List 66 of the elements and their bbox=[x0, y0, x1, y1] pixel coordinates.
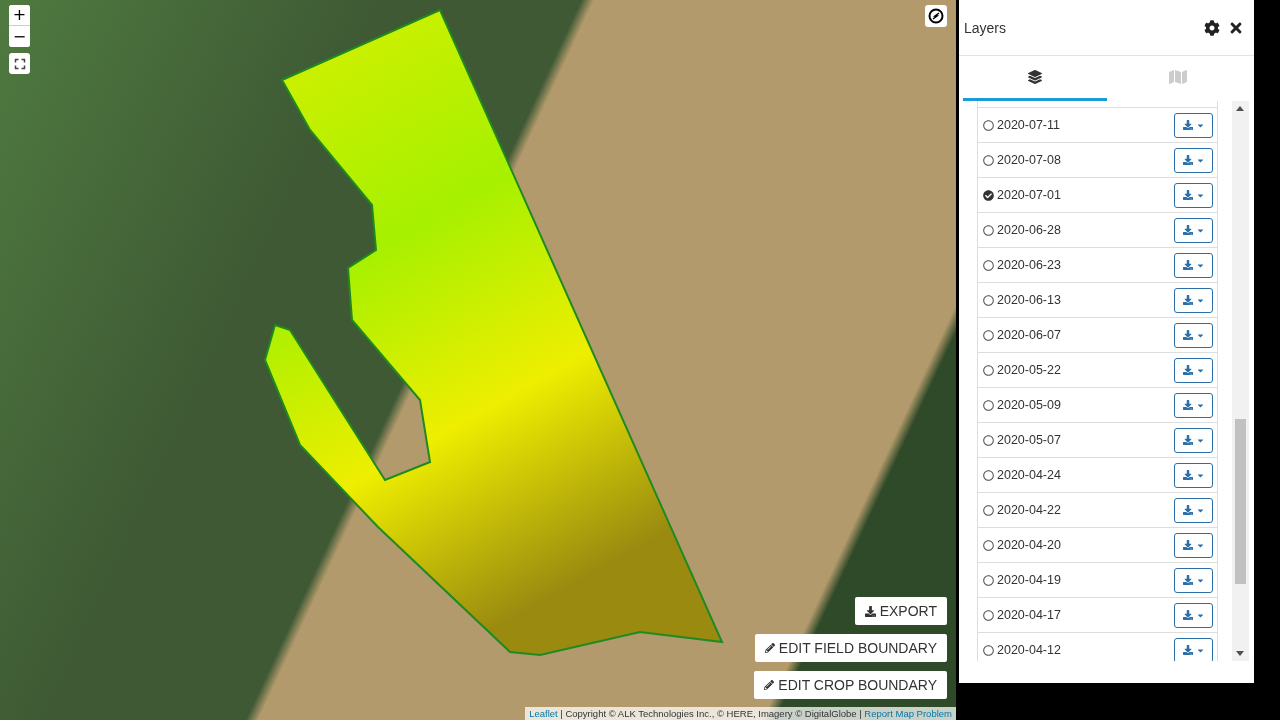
download-dropdown-button[interactable] bbox=[1174, 322, 1213, 348]
download-icon bbox=[1182, 400, 1193, 410]
date-radio-option[interactable]: 2020-06-13 bbox=[983, 293, 1174, 307]
pencil-icon bbox=[764, 680, 775, 690]
download-icon bbox=[1182, 540, 1193, 550]
leaflet-link[interactable]: Leaflet bbox=[529, 708, 558, 719]
edit-boundary-button[interactable]: EDIT CROP BOUNDARY bbox=[754, 671, 947, 699]
download-dropdown-button[interactable] bbox=[1174, 252, 1213, 278]
date-radio-option[interactable]: 2020-07-08 bbox=[983, 153, 1174, 167]
download-icon bbox=[1182, 575, 1193, 585]
date-radio-option[interactable]: 2020-05-09 bbox=[983, 398, 1174, 412]
download-icon bbox=[1182, 155, 1193, 165]
compass-button[interactable] bbox=[925, 5, 947, 27]
download-icon bbox=[1182, 610, 1193, 620]
download-icon bbox=[1182, 260, 1193, 270]
download-dropdown-button[interactable] bbox=[1174, 602, 1213, 628]
download-icon bbox=[1182, 225, 1193, 235]
date-radio-option[interactable]: 2020-05-22 bbox=[983, 363, 1174, 377]
date-radio-option[interactable]: 2020-04-20 bbox=[983, 538, 1174, 552]
download-dropdown-button[interactable] bbox=[1174, 532, 1213, 558]
download-icon bbox=[1182, 435, 1193, 445]
download-dropdown-button[interactable] bbox=[1174, 182, 1213, 208]
fullscreen-icon bbox=[13, 57, 26, 70]
download-dropdown-button[interactable] bbox=[1174, 462, 1213, 488]
download-dropdown-button[interactable] bbox=[1174, 637, 1213, 661]
download-dropdown-button[interactable] bbox=[1174, 217, 1213, 243]
layers-icon bbox=[1027, 70, 1042, 84]
settings-icon bbox=[1204, 19, 1220, 36]
export-button[interactable]: EXPORT bbox=[854, 597, 947, 625]
download-dropdown-button[interactable] bbox=[1174, 147, 1213, 173]
download-icon bbox=[1182, 645, 1193, 655]
download-dropdown-button[interactable] bbox=[1174, 287, 1213, 313]
download-icon bbox=[864, 605, 876, 617]
download-icon bbox=[1182, 470, 1193, 480]
download-dropdown-button[interactable] bbox=[1174, 112, 1213, 138]
date-radio-option[interactable]: 2020-04-17 bbox=[983, 608, 1174, 622]
date-radio-option[interactable]: 2020-06-07 bbox=[983, 328, 1174, 342]
download-icon bbox=[1182, 190, 1193, 200]
panel-title: Layers bbox=[964, 19, 1008, 36]
fullscreen-button[interactable] bbox=[9, 53, 30, 74]
date-radio-option[interactable]: 2020-07-01 bbox=[983, 188, 1174, 202]
download-dropdown-button[interactable] bbox=[1174, 357, 1213, 383]
compass-icon bbox=[928, 8, 944, 24]
zoom-in-button[interactable]: + bbox=[9, 5, 30, 26]
download-icon bbox=[1182, 365, 1193, 375]
download-icon bbox=[1182, 330, 1193, 340]
date-radio-option[interactable]: 2020-07-11 bbox=[983, 118, 1174, 132]
scrollbar[interactable] bbox=[1232, 101, 1249, 661]
date-radio-option[interactable]: 2020-05-07 bbox=[983, 433, 1174, 447]
pencil-icon bbox=[764, 643, 775, 653]
date-radio-option[interactable]: 2020-04-24 bbox=[983, 468, 1174, 482]
edit-boundary-button[interactable]: EDIT FIELD BOUNDARY bbox=[754, 634, 947, 662]
download-dropdown-button[interactable] bbox=[1174, 497, 1213, 523]
map-attribution: Leaflet | Copyright © ALK Technologies Inc., © HERE, Imagery © DigitalGlobe | Report Map Problem bbox=[525, 707, 956, 720]
download-dropdown-button[interactable] bbox=[1174, 567, 1213, 593]
download-icon bbox=[1182, 120, 1193, 130]
date-radio-option[interactable]: 2020-04-19 bbox=[983, 573, 1174, 587]
date-radio-option[interactable]: 2020-06-28 bbox=[983, 223, 1174, 237]
date-radio-option[interactable]: 2020-06-23 bbox=[983, 258, 1174, 272]
date-radio-option[interactable]: 2020-04-12 bbox=[983, 643, 1174, 657]
download-icon bbox=[1182, 505, 1193, 515]
download-dropdown-button[interactable] bbox=[1174, 392, 1213, 418]
date-radio-option[interactable]: 2020-04-22 bbox=[983, 503, 1174, 517]
download-icon bbox=[1182, 295, 1193, 305]
download-dropdown-button[interactable] bbox=[1174, 427, 1213, 453]
map-icon bbox=[1169, 68, 1188, 86]
